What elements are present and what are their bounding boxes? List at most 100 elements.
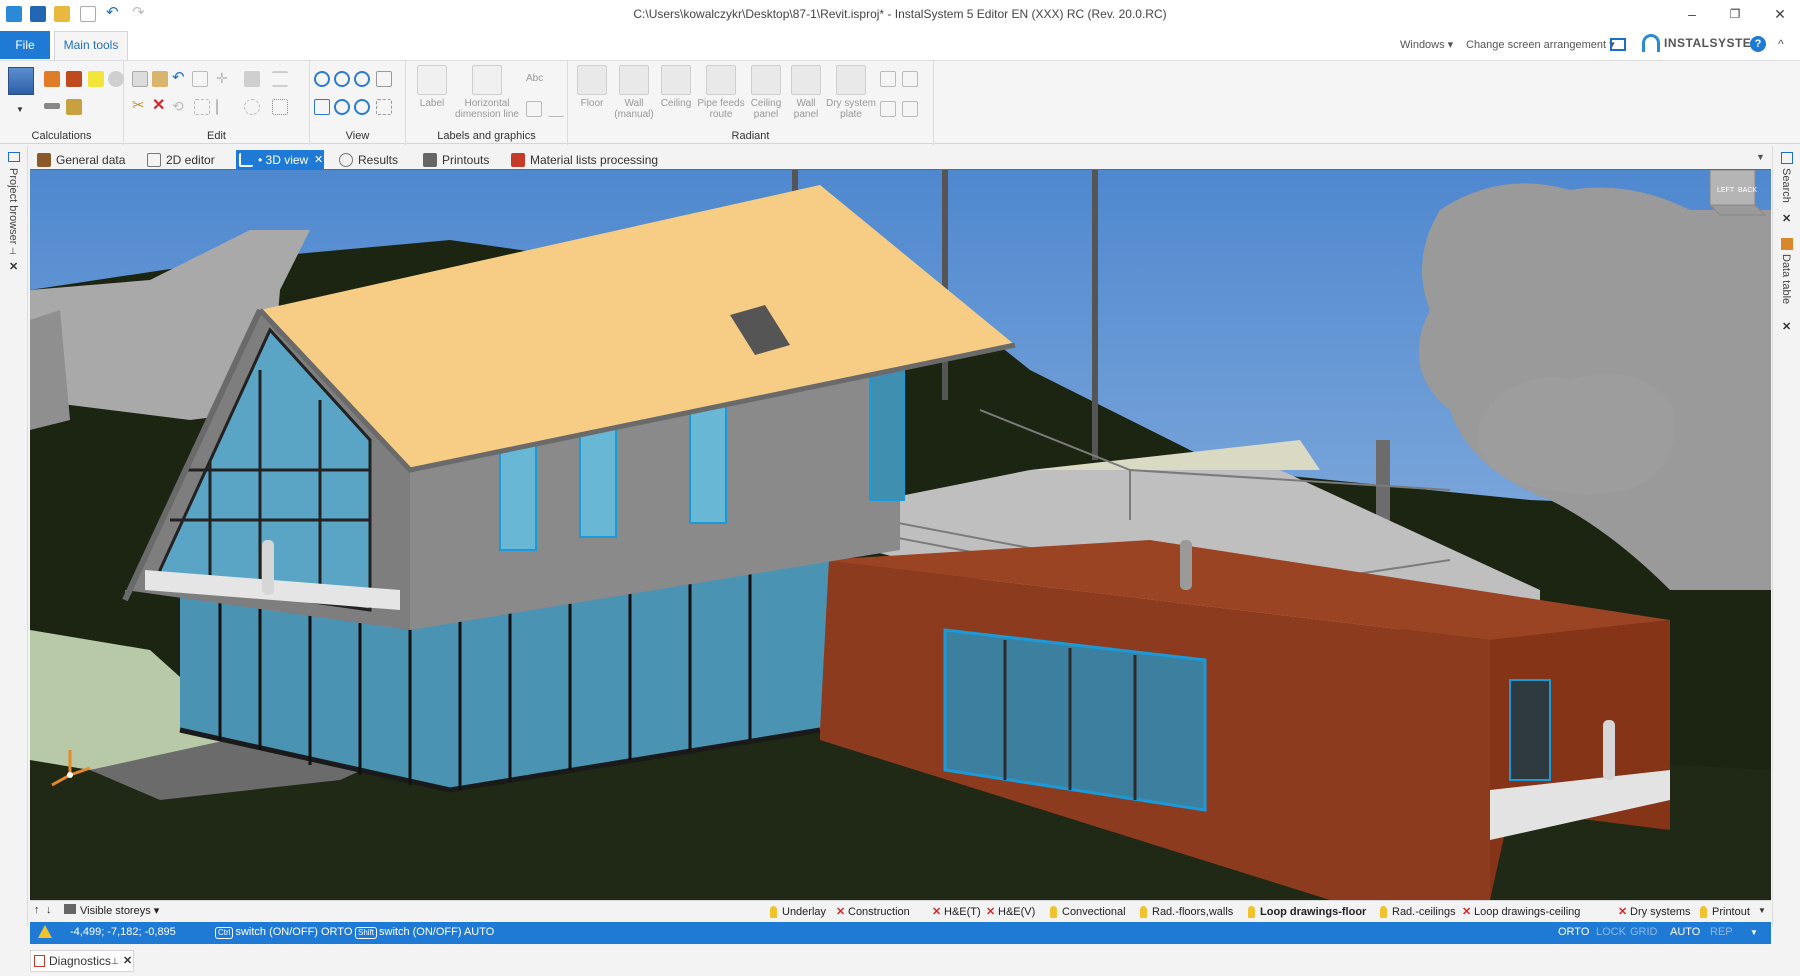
layer-toggle[interactable]: Loop drawings-floor: [1248, 904, 1366, 920]
layer-toggle[interactable]: Rad.-floors,walls: [1140, 904, 1233, 920]
layer-toggle[interactable]: ✕ H&E(T): [932, 904, 981, 920]
layer-toggle[interactable]: Printout: [1700, 904, 1750, 920]
radiant-tool-d-icon[interactable]: [902, 101, 918, 117]
search-panel-tab[interactable]: Search: [1780, 168, 1792, 203]
3d-scene[interactable]: LEFT BACK: [30, 170, 1771, 900]
minimize-button[interactable]: –: [1682, 4, 1702, 24]
data-table-close-icon[interactable]: ✕: [1782, 320, 1791, 333]
break-icon[interactable]: [244, 99, 260, 115]
data-table-icon[interactable]: [1781, 238, 1793, 250]
floor-button[interactable]: Floor: [572, 65, 612, 109]
layer-toggle[interactable]: ✕ H&E(V): [986, 904, 1035, 920]
storey-down-icon[interactable]: ↓: [46, 904, 52, 916]
calc-dropdown-icon[interactable]: ▼: [16, 105, 24, 114]
zoom-all-icon[interactable]: [354, 99, 370, 115]
tab-2d-editor[interactable]: 2D editor: [144, 150, 224, 170]
pan-icon[interactable]: [314, 99, 330, 115]
tab-printouts[interactable]: Printouts: [420, 150, 494, 170]
abc-text-button[interactable]: Abc: [526, 73, 543, 84]
pipe-feeds-route-button[interactable]: Pipe feeds route: [696, 65, 746, 120]
layer-toggle[interactable]: Underlay: [770, 904, 826, 920]
align-icon[interactable]: [272, 71, 288, 87]
layer-toggle[interactable]: ✕ Dry systems: [1618, 904, 1691, 920]
warning-icon[interactable]: [38, 925, 52, 938]
highlight-calc-icon[interactable]: [88, 71, 104, 87]
project-browser-tab[interactable]: Project browser: [7, 168, 19, 244]
snap-icon[interactable]: [272, 99, 288, 115]
change-screen-arrangement-menu[interactable]: Change screen arrangement ▾: [1466, 38, 1615, 51]
zoom-extents-icon[interactable]: [376, 71, 392, 87]
cut-icon[interactable]: ✂: [132, 98, 148, 115]
move-icon[interactable]: ✛: [216, 71, 232, 87]
lines-icon[interactable]: [44, 103, 60, 109]
mode-orto[interactable]: ORTO: [1558, 926, 1589, 938]
mode-rep[interactable]: REP: [1710, 926, 1733, 938]
calculations-big-icon[interactable]: [8, 67, 34, 95]
restore-button[interactable]: ❐: [1725, 4, 1745, 24]
paste-icon[interactable]: [152, 71, 168, 87]
tab-main-tools[interactable]: Main tools: [54, 31, 128, 60]
help-icon[interactable]: ?: [1750, 36, 1766, 52]
diagnostics-pin-icon[interactable]: ⊥: [111, 951, 119, 971]
zoom-window-icon[interactable]: [354, 71, 370, 87]
wall-panel-button[interactable]: Wall panel: [786, 65, 826, 120]
layer-toggle[interactable]: ✕ Construction: [836, 904, 910, 920]
horizontal-dimension-line-button[interactable]: Horizontal dimension line: [452, 65, 522, 120]
tab-material-lists[interactable]: Material lists processing: [508, 150, 668, 170]
drop-icon[interactable]: [108, 71, 124, 87]
text-style-icon[interactable]: [526, 101, 542, 117]
search-panel-icon[interactable]: [1781, 152, 1793, 164]
windows-menu[interactable]: Windows ▾: [1400, 38, 1453, 51]
tab-overflow-icon[interactable]: ▼: [1756, 152, 1765, 162]
tab-results[interactable]: Results: [336, 150, 400, 170]
wall-manual-button[interactable]: Wall (manual): [614, 65, 654, 120]
zoom-prev-icon[interactable]: [334, 99, 350, 115]
radiant-tool-a-icon[interactable]: [880, 71, 896, 87]
diagnostics-close-icon[interactable]: ✕: [123, 951, 132, 971]
dry-system-plate-button[interactable]: Dry system plate: [824, 65, 878, 120]
brush-icon[interactable]: [244, 71, 260, 87]
label-button[interactable]: Label: [412, 65, 452, 109]
project-browser-grid-icon[interactable]: [8, 152, 20, 162]
tab-file[interactable]: File: [0, 31, 50, 59]
copy-icon[interactable]: [132, 71, 148, 87]
layer-toggle[interactable]: ✕ Loop drawings-ceiling: [1462, 904, 1580, 920]
floor-calc-icon[interactable]: [66, 71, 82, 87]
tab-3d-view-close-icon[interactable]: ✕: [314, 150, 323, 170]
close-button[interactable]: ✕: [1770, 4, 1790, 24]
mode-grid[interactable]: GRID: [1630, 926, 1658, 938]
mode-lock[interactable]: LOCK: [1596, 926, 1626, 938]
settings-calc-icon[interactable]: [66, 99, 82, 115]
array-icon[interactable]: [194, 99, 210, 115]
collapse-ribbon-icon[interactable]: ^: [1778, 37, 1784, 51]
ceiling-panel-button[interactable]: Ceiling panel: [746, 65, 786, 120]
pin-icon[interactable]: ⊥: [9, 246, 17, 257]
tab-general-data[interactable]: General data: [34, 150, 130, 170]
radiant-tool-c-icon[interactable]: [880, 101, 896, 117]
status-overflow-icon[interactable]: ▼: [1750, 928, 1758, 937]
distribute-icon[interactable]: [216, 99, 232, 115]
diagnostics-tab[interactable]: Diagnostics ⊥ ✕: [30, 950, 134, 972]
view-options-icon[interactable]: [376, 99, 392, 115]
zoom-out-icon[interactable]: [334, 71, 350, 87]
select-icon[interactable]: [192, 71, 208, 87]
layer-toggle[interactable]: Rad.-ceilings: [1380, 904, 1456, 920]
delete-icon[interactable]: ✕: [152, 98, 168, 115]
undo-edit-icon[interactable]: ↶: [172, 70, 188, 87]
radiator-calc-icon[interactable]: [44, 71, 60, 87]
data-table-panel-tab[interactable]: Data table: [1780, 254, 1792, 304]
layer-toggle[interactable]: Convectional: [1050, 904, 1126, 920]
radiant-tool-b-icon[interactable]: [902, 71, 918, 87]
tab-3d-view[interactable]: • 3D view ✕: [236, 150, 324, 170]
layers-overflow-icon[interactable]: ▼: [1758, 906, 1766, 915]
visible-storeys-dropdown[interactable]: Visible storeys ▾: [64, 904, 159, 917]
3d-viewport[interactable]: LEFT BACK: [30, 170, 1771, 900]
monitor-icon[interactable]: [1610, 38, 1626, 51]
storey-up-icon[interactable]: ↑: [34, 904, 40, 916]
zoom-in-icon[interactable]: [314, 71, 330, 87]
ceiling-button[interactable]: Ceiling: [656, 65, 696, 109]
project-browser-close-icon[interactable]: ✕: [9, 260, 18, 273]
mode-auto[interactable]: AUTO: [1670, 926, 1700, 938]
leader-icon[interactable]: [548, 101, 564, 117]
mirror-icon[interactable]: ⟲: [172, 99, 188, 115]
